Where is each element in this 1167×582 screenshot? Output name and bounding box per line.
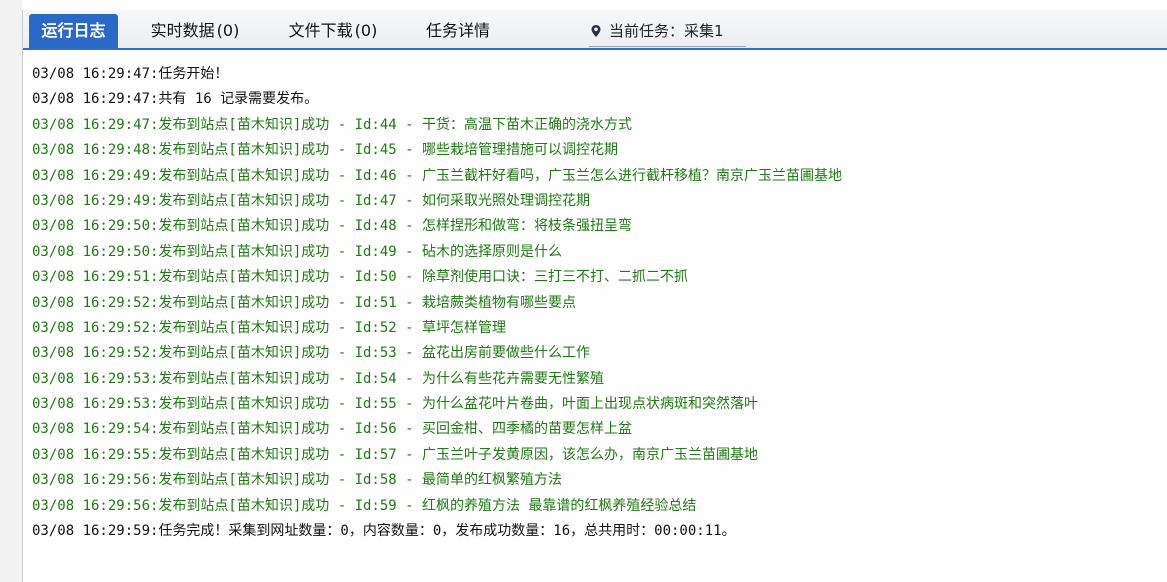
log-line: 03/08 16:29:53:发布到站点[苗木知识]成功 - Id:54 - 为… (32, 370, 605, 387)
left-edge-strip (0, 0, 22, 582)
log-line: 03/08 16:29:49:发布到站点[苗木知识]成功 - Id:47 - 如… (32, 192, 591, 209)
log-line: 03/08 16:29:51:发布到站点[苗木知识]成功 - Id:50 - 除… (32, 269, 689, 286)
log-line: 03/08 16:29:56:发布到站点[苗木知识]成功 - Id:59 - 红… (32, 497, 697, 514)
log-output[interactable]: 03/08 16:29:47:任务开始！ 03/08 16:29:47:共有 16… (32, 62, 1157, 544)
log-line: 03/08 16:29:50:发布到站点[苗木知识]成功 - Id:49 - 砧… (32, 243, 563, 260)
log-line: 03/08 16:29:52:发布到站点[苗木知识]成功 - Id:53 - 盆… (32, 345, 591, 362)
tab-label: 实时数据 (150, 21, 215, 40)
log-line: 03/08 16:29:55:发布到站点[苗木知识]成功 - Id:57 - 广… (32, 446, 759, 463)
log-line: 03/08 16:29:53:发布到站点[苗木知识]成功 - Id:55 - 为… (32, 396, 759, 413)
tab-bar: 运行日志 实时数据 (0) 文件下载 (0) 任务详情 当前任务：采集1 (23, 10, 1167, 50)
log-line: 03/08 16:29:56:发布到站点[苗木知识]成功 - Id:58 - 最… (32, 472, 563, 489)
log-line: 03/08 16:29:52:发布到站点[苗木知识]成功 - Id:51 - 栽… (32, 294, 577, 311)
tab-task-details[interactable]: 任务详情 (411, 14, 505, 48)
tab-count: (0) (354, 21, 378, 40)
tab-file-download[interactable]: 文件下载 (0) (273, 14, 393, 48)
log-panel: 运行日志 实时数据 (0) 文件下载 (0) 任务详情 当前任务：采集1 03/08… (0, 0, 1167, 582)
left-divider (22, 10, 23, 582)
log-line: 03/08 16:29:47:发布到站点[苗木知识]成功 - Id:44 - 干… (32, 116, 633, 133)
log-line: 03/08 16:29:49:发布到站点[苗木知识]成功 - Id:46 - 广… (32, 167, 843, 184)
log-line: 03/08 16:29:52:发布到站点[苗木知识]成功 - Id:52 - 草… (32, 319, 507, 336)
current-task-indicator[interactable]: 当前任务：采集1 (589, 16, 746, 47)
log-line: 03/08 16:29:59:任务完成！采集到网址数量：0，内容数量：0，发布成… (32, 523, 736, 540)
current-task-label: 当前任务： (609, 22, 685, 40)
log-line: 03/08 16:29:47:任务开始！ (32, 66, 229, 82)
tab-realtime-data[interactable]: 实时数据 (0) (135, 14, 255, 48)
current-task-value: 采集1 (684, 22, 724, 40)
tab-count: (0) (216, 21, 240, 40)
log-line: 03/08 16:29:54:发布到站点[苗木知识]成功 - Id:56 - 买… (32, 421, 633, 438)
tab-label: 文件下载 (288, 21, 353, 40)
location-pin-icon (591, 25, 601, 37)
tab-run-log[interactable]: 运行日志 (29, 14, 118, 48)
log-line: 03/08 16:29:50:发布到站点[苗木知识]成功 - Id:48 - 怎… (32, 218, 633, 235)
log-line: 03/08 16:29:47:共有 16 记录需要发布。 (32, 91, 319, 108)
log-line: 03/08 16:29:48:发布到站点[苗木知识]成功 - Id:45 - 哪… (32, 142, 619, 159)
tab-label: 任务详情 (425, 21, 490, 40)
tab-label: 运行日志 (41, 21, 106, 40)
